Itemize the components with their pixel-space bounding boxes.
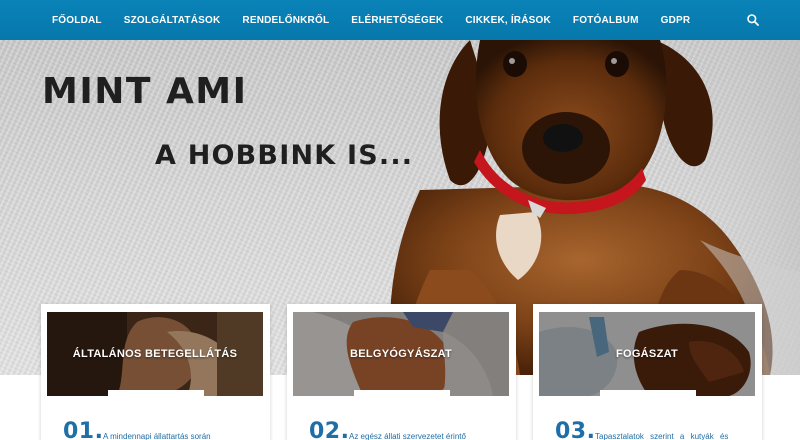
card-number: 02. [309,419,350,440]
card-number: 01. [63,419,104,440]
nav-item-cikkek-irasok[interactable]: CIKKEK, ÍRÁSOK [465,15,551,26]
service-card-internal-medicine[interactable]: BELGYÓGYÁSZAT 02. Az egész állati szerve… [287,304,516,440]
nav-item-fooldal[interactable]: FŐOLDAL [52,15,102,26]
nav-item-szolgaltatasok[interactable]: SZOLGÁLTATÁSOK [124,15,221,26]
hero-title-line2: A HOBBINK IS... [155,140,414,171]
card-title: FOGÁSZAT [615,348,679,360]
nav-item-gdpr[interactable]: GDPR [661,15,691,26]
service-card-general-care[interactable]: ÁLTALÁNOS BETEGELLÁTÁS 01. A mindennapi … [41,304,270,440]
nav-item-fotoalbum[interactable]: FOTÓALBUM [573,15,639,26]
hero-title-line1: MINT AMI [42,71,248,112]
card-image: ÁLTALÁNOS BETEGELLÁTÁS [47,312,263,396]
card-number: 03. [555,419,596,440]
service-card-dentistry[interactable]: FOGÁSZAT 03. Tapasztalatok szerint a kut… [533,304,762,440]
card-title: ÁLTALÁNOS BETEGELLÁTÁS [72,348,238,360]
card-text: Tapasztalatok szerint a kutyák és [595,432,729,440]
card-title: BELGYÓGYÁSZAT [349,348,453,360]
card-text: A mindennapi állattartás során [103,432,211,440]
nav-item-elerhetosegek[interactable]: ELÉRHETŐSÉGEK [351,15,443,26]
card-image: FOGÁSZAT [539,312,755,396]
nav-item-rendelonkrol[interactable]: RENDELŐNKRŐL [242,15,329,26]
search-icon[interactable] [746,13,760,27]
top-navigation-bar: FŐOLDAL SZOLGÁLTATÁSOK RENDELŐNKRŐL ELÉR… [0,0,800,40]
card-image: BELGYÓGYÁSZAT [293,312,509,396]
card-text: Az egész állati szervezetet érintő [349,432,466,440]
main-menu: FŐOLDAL SZOLGÁLTATÁSOK RENDELŐNKRŐL ELÉR… [52,0,712,40]
